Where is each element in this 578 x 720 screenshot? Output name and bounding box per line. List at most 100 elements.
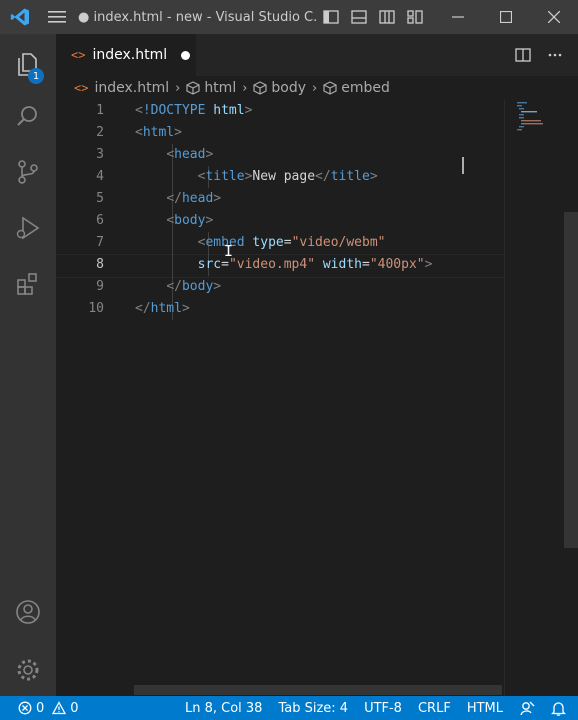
code-token: < [166, 213, 175, 228]
code-token: > [213, 279, 222, 294]
code-text: src="video.mp4" width="400px"> [135, 254, 433, 276]
code-token: </ [315, 169, 331, 184]
source-control-icon[interactable] [0, 148, 56, 196]
code-token: width [322, 257, 362, 272]
feedback-icon[interactable] [519, 700, 535, 716]
breadcrumb: <> index.html › html › body › embed [56, 76, 578, 100]
editor-tab-bar: <> index.html [56, 34, 578, 76]
code-token: > [424, 257, 433, 272]
search-icon[interactable] [0, 92, 56, 140]
code-line[interactable]: 4 <title>New page</title> [56, 166, 504, 188]
code-token: > [181, 301, 190, 316]
code-text: <!DOCTYPE html> [135, 100, 252, 122]
horizontal-scrollbar-thumb[interactable] [134, 685, 502, 695]
symbol-element-icon [323, 81, 337, 95]
code-token: html [150, 301, 182, 316]
code-token: "video.mp4" [228, 257, 316, 272]
file-encoding[interactable]: UTF-8 [364, 701, 402, 716]
toggle-secondary-sidebar-icon[interactable] [376, 6, 398, 28]
code-text: </head> [135, 188, 221, 210]
code-line[interactable]: 7 <embed type="video/webm" [56, 232, 504, 254]
html-file-icon: <> [71, 48, 86, 62]
html-file-icon: <> [74, 81, 89, 95]
code-token: "400px" [369, 257, 425, 272]
code-token: < [135, 125, 143, 140]
status-bar: 0 0 Ln 8, Col 38 Tab Size: 4 UTF-8 CRLF … [0, 696, 578, 720]
code-token: > [213, 191, 222, 206]
breadcrumb-item-embed[interactable]: embed [341, 80, 390, 96]
tab-index-html[interactable]: <> index.html [56, 34, 196, 76]
explorer-icon[interactable]: 1 [0, 40, 56, 88]
line-number: 10 [88, 301, 104, 316]
account-icon[interactable] [0, 588, 56, 636]
warning-icon [52, 701, 67, 715]
code-token: > [174, 125, 182, 140]
code-token: > [205, 213, 214, 228]
maximize-button[interactable] [482, 0, 530, 34]
breadcrumb-item-file[interactable]: index.html [94, 80, 169, 96]
toggle-primary-sidebar-icon[interactable] [320, 6, 342, 28]
split-editor-icon[interactable] [512, 44, 534, 66]
code-line[interactable]: 3 <head> [56, 144, 504, 166]
more-actions-icon[interactable] [544, 44, 566, 66]
code-token: > [244, 103, 253, 118]
breadcrumb-item-html[interactable]: html [204, 80, 236, 96]
code-line[interactable]: 5 </head> [56, 188, 504, 210]
code-token: = [362, 257, 370, 272]
code-token: </ [135, 301, 151, 316]
code-token: title [330, 169, 370, 184]
line-number: 8 [96, 257, 104, 272]
error-icon [18, 701, 32, 715]
code-token: body [181, 279, 214, 294]
unsaved-dot-icon[interactable] [181, 50, 191, 60]
code-token: = [283, 235, 292, 250]
explorer-badge: 1 [28, 68, 44, 84]
end-of-line[interactable]: CRLF [418, 701, 451, 716]
vertical-scrollbar-thumb[interactable] [564, 212, 578, 548]
run-debug-icon[interactable] [0, 204, 56, 252]
customize-layout-icon[interactable] [404, 6, 426, 28]
warning-count: 0 [70, 700, 79, 716]
minimap[interactable] [504, 100, 565, 696]
code-text: <title>New page</title> [135, 166, 378, 188]
window-title: ● index.html - new - Visual Studio C... [78, 9, 316, 25]
line-number: 2 [96, 125, 104, 140]
code-token: type [252, 235, 284, 250]
code-line[interactable]: 2 <html> [56, 122, 504, 144]
close-button[interactable] [530, 0, 578, 34]
extensions-icon[interactable] [0, 260, 56, 308]
breadcrumb-item-body[interactable]: body [271, 80, 306, 96]
line-number: 5 [96, 191, 104, 206]
toggle-panel-icon[interactable] [348, 6, 370, 28]
code-line[interactable]: 8 src="video.mp4" width="400px"> [56, 254, 504, 276]
error-count: 0 [36, 700, 45, 716]
code-token: New page [252, 169, 316, 184]
menu-icon[interactable] [40, 0, 74, 34]
problems-status[interactable]: 0 0 [18, 701, 79, 716]
code-line[interactable]: 9 </body> [56, 276, 504, 298]
code-token: > [205, 147, 214, 162]
code-text: </body> [135, 276, 221, 298]
line-number: 9 [96, 279, 104, 294]
tab-size[interactable]: Tab Size: 4 [278, 701, 348, 716]
code-editor[interactable]: 1 <!DOCTYPE html> 2 <html> 3 <head> 4 <title>… [56, 100, 504, 696]
code-token: < [166, 147, 175, 162]
cursor-position[interactable]: Ln 8, Col 38 [185, 701, 262, 716]
activity-bar: 1 [0, 34, 56, 696]
code-text: <body> [135, 210, 213, 232]
minimize-button[interactable] [434, 0, 482, 34]
language-mode[interactable]: HTML [467, 701, 503, 716]
gear-icon[interactable] [0, 646, 56, 694]
code-token: src [197, 257, 222, 272]
code-line[interactable]: 1 <!DOCTYPE html> [56, 100, 504, 122]
text-cursor [462, 157, 464, 174]
code-line[interactable]: 6 <body> [56, 210, 504, 232]
code-token: head [181, 191, 214, 206]
code-text: <head> [135, 144, 213, 166]
code-line[interactable]: 10 </html> [56, 298, 504, 320]
bell-icon[interactable] [551, 701, 566, 716]
code-token: "video/webm" [291, 235, 386, 250]
